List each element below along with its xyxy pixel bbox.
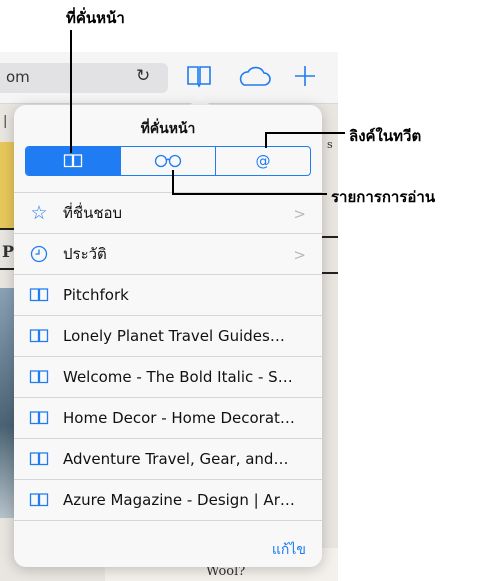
chevron-right-icon: > — [293, 246, 306, 264]
callout-bookmarks: ที่คั่นหน้า — [66, 9, 125, 27]
bookmark-row[interactable]: Home Decor - Home Decorat… — [14, 397, 322, 438]
list-item-label: ประวัติ — [63, 245, 107, 263]
list-item-label: ที่ชื่นชอบ — [63, 204, 123, 222]
list-item-history[interactable]: ประวัติ > — [14, 233, 322, 274]
edit-button[interactable]: แก้ไข — [272, 539, 306, 561]
safari-toolbar: om ↻ — [0, 52, 338, 104]
callout-line-shared-links — [265, 132, 345, 134]
bookmark-row[interactable]: Welcome - The Bold Italic - S… — [14, 356, 322, 397]
callout-shared-links: ลิงค์ในทวีต — [349, 127, 422, 145]
background-rule — [0, 228, 14, 230]
bookmark-row[interactable]: Adventure Travel, Gear, and… — [14, 438, 322, 479]
bookmark-label: Azure Magazine - Design | Ar… — [63, 491, 295, 509]
book-icon — [29, 449, 49, 469]
bookmark-label: Home Decor - Home Decorat… — [63, 409, 295, 427]
book-icon — [29, 490, 49, 510]
bookmarks-book-icon[interactable] — [186, 64, 212, 88]
bookmark-label: Welcome - The Bold Italic - S… — [63, 368, 293, 386]
callout-line-shared-links — [265, 132, 267, 148]
background-text-fragment: s — [327, 138, 333, 151]
background-page-photo — [0, 288, 14, 518]
callout-line-reading-list — [172, 170, 174, 194]
background-rule — [322, 272, 338, 274]
clock-icon — [29, 244, 49, 264]
new-tab-plus-icon[interactable] — [293, 64, 317, 88]
callout-line-reading-list — [172, 193, 327, 195]
book-icon — [29, 367, 49, 387]
glasses-icon — [154, 154, 182, 168]
book-icon — [29, 285, 49, 305]
background-rule — [322, 236, 338, 238]
bookmark-label: Lonely Planet Travel Guides… — [63, 327, 285, 345]
popover-title: ที่คั่นหน้า — [140, 121, 196, 137]
bookmark-label: Pitchfork — [63, 286, 129, 304]
reload-icon[interactable]: ↻ — [136, 66, 150, 86]
tab-bookmarks[interactable] — [26, 147, 120, 175]
at-icon: @ — [255, 152, 271, 170]
address-bar[interactable]: om ↻ — [0, 63, 168, 93]
book-icon — [29, 408, 49, 428]
bookmark-row[interactable]: Azure Magazine - Design | Ar… — [14, 479, 322, 520]
background-page-yellow-strip — [0, 142, 14, 230]
callout-line-bookmarks — [70, 30, 72, 153]
star-icon: ☆ — [30, 202, 48, 224]
background-rule — [0, 268, 14, 270]
background-text-fragment: P — [2, 242, 15, 261]
tab-shared-links[interactable]: @ — [215, 147, 310, 175]
bookmarks-popover: ที่คั่นหน้า @ ☆ ที่ชื่นชอบ > ประวัติ > P… — [14, 105, 322, 567]
tab-reading-list[interactable] — [120, 147, 215, 175]
address-text: om — [6, 68, 30, 86]
callout-reading-list: รายการการอ่าน — [331, 188, 436, 206]
list-item-favorites[interactable]: ☆ ที่ชื่นชอบ > — [14, 192, 322, 233]
book-icon — [63, 154, 83, 168]
list-separator — [14, 520, 322, 521]
bookmarks-segmented-control: @ — [25, 146, 311, 176]
chevron-right-icon: > — [293, 205, 306, 223]
bookmarks-list: ☆ ที่ชื่นชอบ > ประวัติ > Pitchfork Lonel… — [14, 192, 322, 521]
background-text-fragment: | — [3, 114, 8, 129]
bookmark-row[interactable]: Pitchfork — [14, 274, 322, 315]
book-icon — [29, 326, 49, 346]
bookmark-label: Adventure Travel, Gear, and… — [63, 450, 289, 468]
icloud-tabs-icon[interactable] — [236, 64, 272, 88]
bookmark-row[interactable]: Lonely Planet Travel Guides… — [14, 315, 322, 356]
